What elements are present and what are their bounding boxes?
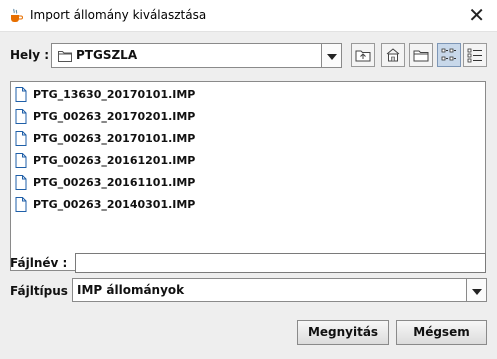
title-bar: Import állomány kiválasztása ✕ — [0, 0, 497, 32]
file-name: PTG_13630_20170101.IMP — [33, 88, 196, 101]
file-icon — [15, 131, 27, 146]
up-folder-button[interactable] — [351, 43, 375, 67]
home-button[interactable] — [381, 43, 405, 67]
chevron-down-icon[interactable] — [321, 44, 341, 67]
filename-input[interactable] — [75, 253, 486, 273]
close-icon[interactable]: ✕ — [468, 3, 485, 27]
list-view-button[interactable] — [437, 43, 461, 67]
filename-label: Fájlnév : — [10, 256, 68, 270]
file-name: PTG_00263_20170201.IMP — [33, 110, 196, 123]
open-button[interactable]: Megnyitás — [297, 320, 389, 345]
file-icon — [15, 153, 27, 168]
list-view-icon — [441, 48, 456, 61]
new-folder-button[interactable] — [409, 43, 433, 67]
folder-icon — [58, 51, 72, 62]
details-view-icon — [467, 48, 482, 63]
filetype-combo[interactable]: IMP állományok — [72, 278, 487, 302]
new-folder-icon — [413, 50, 429, 62]
file-name: PTG_00263_20161101.IMP — [33, 176, 196, 189]
details-view-button[interactable] — [463, 43, 487, 67]
look-in-label: Hely : — [10, 48, 50, 62]
look-in-combo[interactable]: PTGSZLA — [51, 43, 342, 68]
filetype-label: Fájltípus : — [10, 284, 77, 298]
file-icon — [15, 197, 27, 212]
cancel-button[interactable]: Mégsem — [396, 320, 487, 345]
file-list[interactable]: PTG_13630_20170101.IMP PTG_00263_2017020… — [10, 81, 486, 271]
file-icon — [15, 87, 27, 102]
file-icon — [15, 175, 27, 190]
file-icon — [15, 109, 27, 124]
file-chooser-dialog: Hely : PTGSZLA PTG_13630_20170101.IMP PT… — [0, 32, 497, 359]
file-name: PTG_00263_20170101.IMP — [33, 132, 196, 145]
home-icon — [386, 48, 400, 62]
look-in-value: PTGSZLA — [76, 48, 138, 62]
file-name: PTG_00263_20161201.IMP — [33, 154, 196, 167]
file-name: PTG_00263_20140301.IMP — [33, 198, 196, 211]
filetype-value: IMP állományok — [77, 283, 185, 297]
java-cup-icon — [11, 8, 23, 22]
chevron-down-icon[interactable] — [466, 279, 486, 301]
window-title: Import állomány kiválasztása — [30, 8, 207, 22]
up-folder-icon — [355, 50, 371, 62]
